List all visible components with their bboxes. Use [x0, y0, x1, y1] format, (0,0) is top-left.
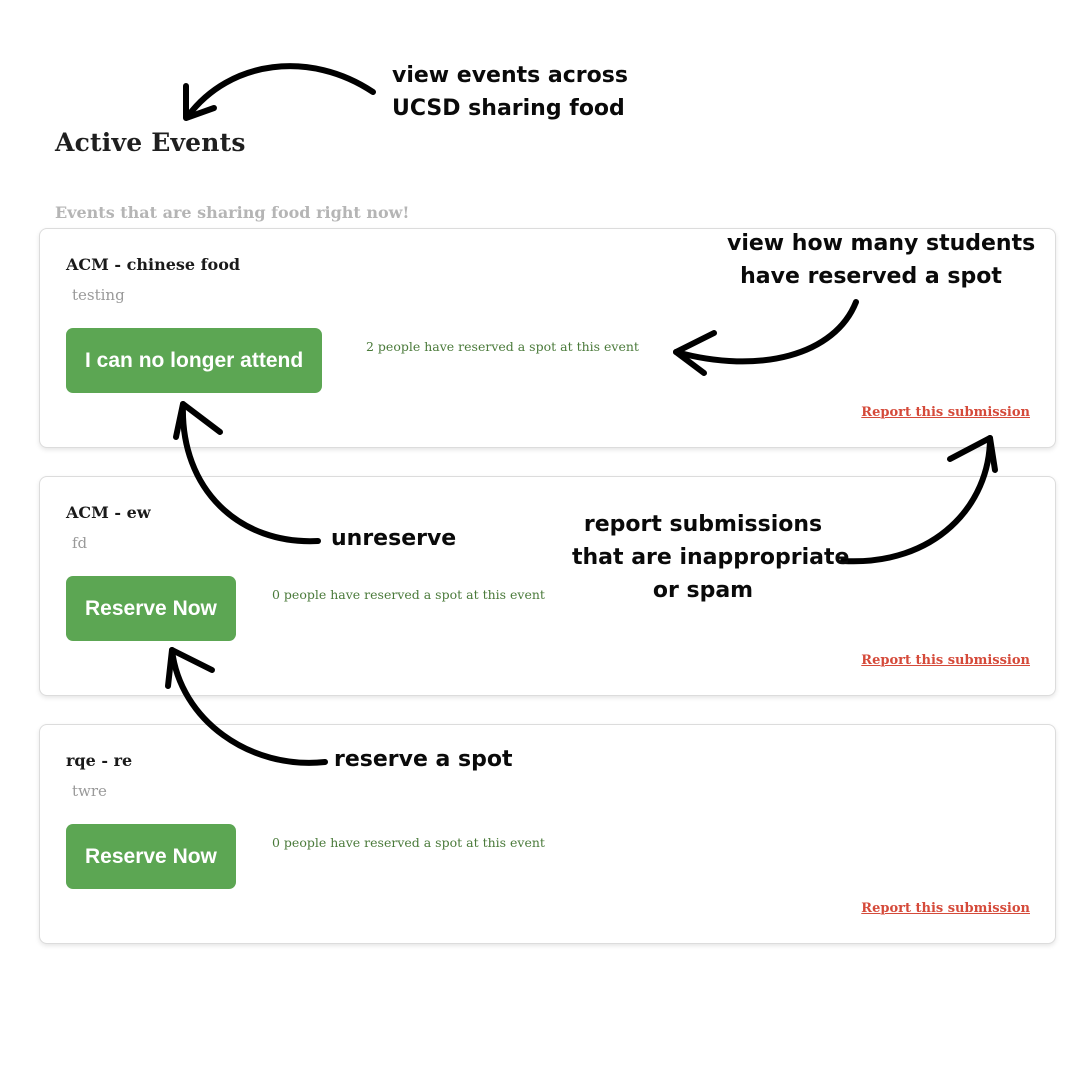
reserved-count: 0 people have reserved a spot at this ev… — [272, 587, 545, 602]
annotation-line: view how many students — [727, 231, 1036, 256]
reserve-now-button[interactable]: Reserve Now — [66, 824, 236, 889]
event-title: ACM - chinese food — [66, 255, 241, 274]
annotation-view-reservations: view how many students have reserved a s… — [727, 227, 1036, 293]
annotation-line: have reserved a spot — [740, 264, 1002, 289]
event-description: testing — [72, 286, 125, 304]
event-title: rqe - re — [66, 751, 133, 770]
event-card: ACM - ew fd Reserve Now 0 people have re… — [39, 476, 1056, 696]
annotation-unreserve: unreserve — [331, 526, 457, 551]
report-submission-link[interactable]: Report this submission — [861, 901, 1030, 916]
annotation-line: view events across — [392, 63, 628, 88]
event-description: twre — [72, 782, 107, 800]
event-card: rqe - re twre Reserve Now 0 people have … — [39, 724, 1056, 944]
arrow-to-events-list — [185, 63, 376, 119]
annotation-report: report submissions that are inappropriat… — [572, 508, 850, 607]
event-description: fd — [72, 534, 88, 552]
page-subtitle: Events that are sharing food right now! — [55, 203, 410, 222]
annotation-line: that are inappropriate — [572, 545, 850, 570]
annotation-line: or spam — [652, 578, 754, 603]
annotation-view-events: view events across UCSD sharing food — [392, 59, 628, 125]
report-submission-link[interactable]: Report this submission — [861, 653, 1030, 668]
unreserve-button[interactable]: I can no longer attend — [66, 328, 323, 393]
annotation-line: UCSD sharing food — [392, 96, 625, 121]
report-submission-link[interactable]: Report this submission — [861, 405, 1030, 420]
reserved-count: 2 people have reserved a spot at this ev… — [366, 339, 639, 354]
annotation-reserve: reserve a spot — [334, 747, 513, 772]
reserved-count: 0 people have reserved a spot at this ev… — [272, 835, 545, 850]
annotation-line: report submissions — [583, 512, 823, 537]
event-title: ACM - ew — [66, 503, 151, 522]
reserve-now-button[interactable]: Reserve Now — [66, 576, 236, 641]
page-title: Active Events — [55, 128, 246, 157]
arrow-head — [183, 83, 217, 121]
